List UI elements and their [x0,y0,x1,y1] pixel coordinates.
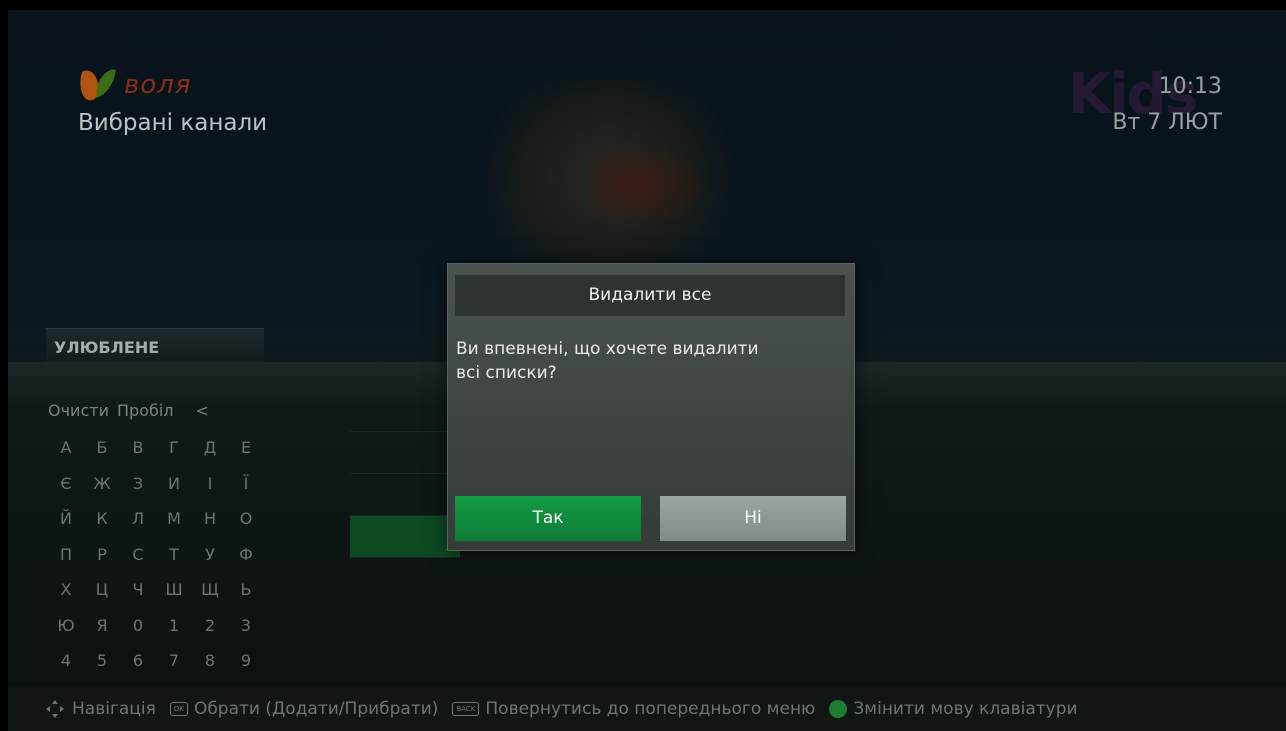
hint-select: OK Обрати (Додати/Прибрати) [169,698,439,719]
hint-bar: Навігація OK Обрати (Додати/Прибрати) BA… [8,686,1286,731]
keyboard-key[interactable]: О [228,509,264,528]
keyboard-key[interactable]: С [120,545,156,564]
keyboard-key[interactable]: Щ [192,580,228,599]
brand-name: воля [124,70,192,100]
keyboard-row: ЮЯ0123 [48,608,264,644]
list-item[interactable] [350,432,460,474]
list-item[interactable] [350,474,460,516]
keyboard-key[interactable]: В [120,438,156,457]
keyboard-key[interactable]: Н [192,509,228,528]
keyboard-key[interactable]: 9 [228,651,264,670]
keyboard-key[interactable]: 0 [120,616,156,635]
keyboard-key[interactable]: Е [228,438,264,457]
onscreen-keyboard: АБВГДЕЄЖЗИІЇЙКЛМНОПРСТУФХЦЧШЩЬЮЯ01234567… [48,430,264,679]
favorites-header[interactable]: УЛЮБЛЕНЕ [46,328,264,367]
keyboard-key[interactable]: Ц [84,580,120,599]
hint-back-label: Повернутись до попереднього меню [485,698,816,719]
keyboard-key[interactable]: 7 [156,651,192,670]
keyboard-key[interactable]: К [84,509,120,528]
keyboard-key[interactable]: П [48,545,84,564]
yes-button[interactable]: Так [455,496,641,541]
keyboard-function-row: Очисти Пробіл < [48,397,266,423]
date: Вт 7 ЛЮТ [1112,110,1222,135]
keyboard-key[interactable]: Ї [228,474,264,493]
ok-button-icon: OK [169,701,188,716]
green-button-icon [829,699,848,718]
keyboard-key[interactable]: 3 [228,616,264,635]
keyboard-key[interactable]: Я [84,616,120,635]
keyboard-key[interactable]: Ь [228,580,264,599]
brand-logo: воля [78,66,192,104]
page-title: Вибрані канали [78,110,268,136]
hint-back: BACK Повернутись до попереднього меню [452,699,815,719]
dpad-icon [46,699,64,718]
dialog-message-line1: Ви впевнені, що хочете видалити [456,339,759,359]
hint-navigate: Навігація [44,698,156,720]
keyboard-key[interactable]: Р [84,545,120,564]
dialog-message: Ви впевнені, що хочете видалити всі спис… [456,337,816,385]
dialog-title: Видалити все [455,275,845,316]
keyboard-key[interactable]: Ш [156,580,192,599]
channel-list [350,390,460,558]
keyboard-key[interactable]: И [156,474,192,493]
keyboard-key[interactable]: Б [84,438,120,457]
keyboard-row: ХЦЧШЩЬ [48,572,264,608]
keyboard-key[interactable]: 6 [120,651,156,670]
keyboard-row: 456789 [48,643,264,679]
no-button[interactable]: Ні [660,496,846,541]
keyboard-key[interactable]: З [120,474,156,493]
keyboard-key[interactable]: Д [192,438,228,457]
keyboard-key[interactable]: 2 [192,616,228,635]
brand-leaf-icon [80,69,116,101]
dialog-message-line2: всі списки? [456,363,557,383]
keyboard-key[interactable]: 4 [48,651,84,670]
list-item[interactable] [350,390,460,432]
favorites-label: УЛЮБЛЕНЕ [54,338,160,357]
background-scenery-accent [588,140,708,230]
clock: 10:13 [1158,74,1222,99]
keyboard-key[interactable]: Т [156,545,192,564]
keyboard-key[interactable]: Ю [48,616,84,635]
keyboard-row: ЄЖЗИІЇ [48,466,264,502]
keyboard-backspace-key[interactable]: < [195,401,208,420]
keyboard-key[interactable]: Й [48,509,84,528]
keyboard-row: ЙКЛМНО [48,501,264,537]
keyboard-key[interactable]: Л [120,509,156,528]
keyboard-key[interactable]: А [48,438,84,457]
hint-select-label: Обрати (Додати/Прибрати) [193,698,439,719]
keyboard-key[interactable]: Ф [228,545,264,564]
keyboard-key[interactable]: Ж [84,474,120,493]
keyboard-key[interactable]: І [192,474,228,493]
keyboard-key[interactable]: Г [156,438,192,457]
confirm-dialog: Видалити все Ви впевнені, що хочете вида… [447,263,855,551]
back-button-icon: BACK [452,701,480,716]
keyboard-key[interactable]: Х [48,580,84,599]
keyboard-row: АБВГДЕ [48,430,264,466]
keyboard-space-key[interactable]: Пробіл [117,401,174,420]
keyboard-key[interactable]: 8 [192,651,228,670]
keyboard-key[interactable]: Ч [120,580,156,599]
keyboard-key[interactable]: М [156,509,192,528]
keyboard-key[interactable]: 1 [156,616,192,635]
hint-change-lang-label: Змінити мову клавіатури [853,698,1078,719]
keyboard-key[interactable]: Є [48,474,84,493]
keyboard-key[interactable]: У [192,545,228,564]
keyboard-key[interactable]: 5 [84,651,120,670]
hint-navigate-label: Навігація [72,698,156,719]
list-item-selected[interactable] [350,516,460,558]
keyboard-row: ПРСТУФ [48,537,264,573]
keyboard-clear-key[interactable]: Очисти [48,401,109,420]
hint-change-lang: Змінити мову клавіатури [829,698,1078,719]
